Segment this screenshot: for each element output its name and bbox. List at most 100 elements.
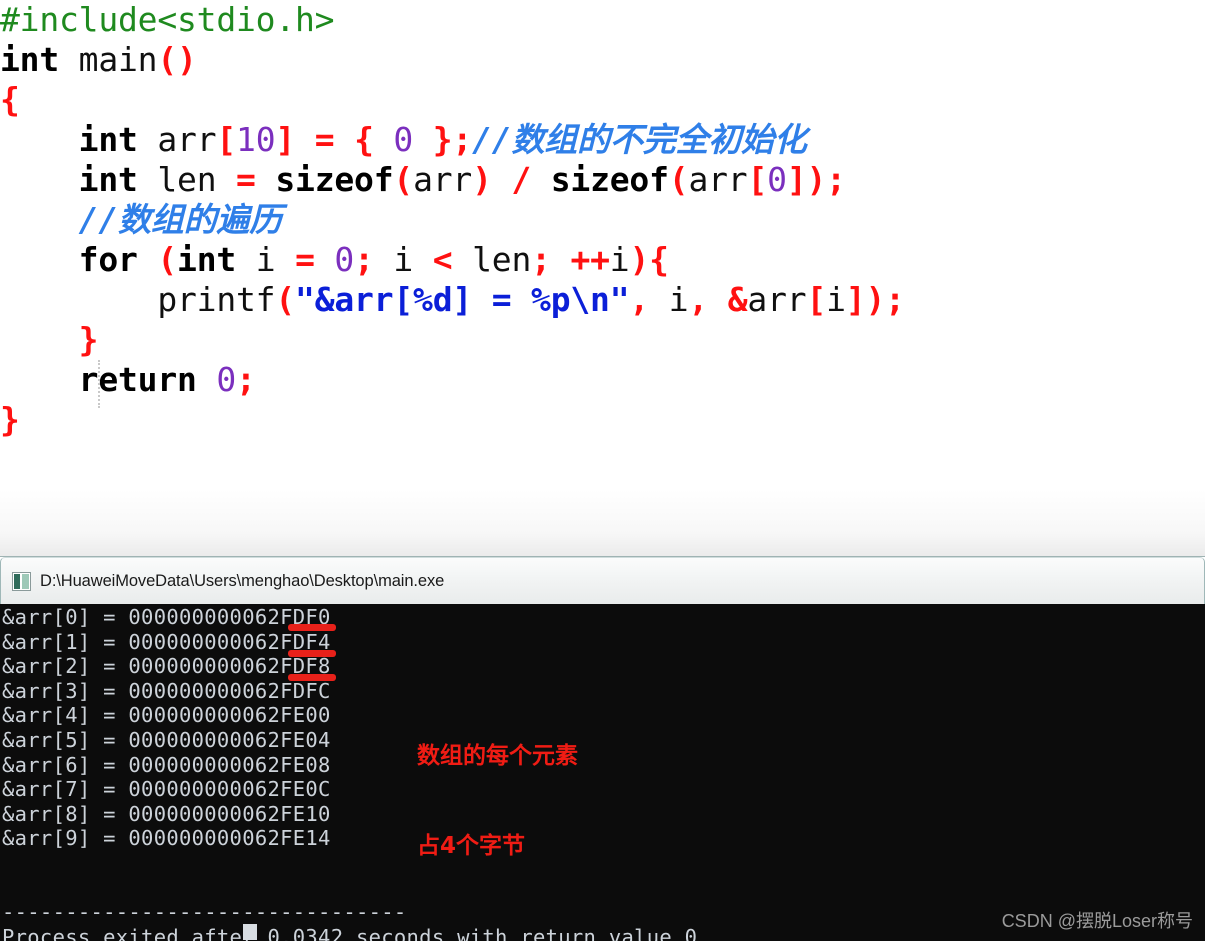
code-token: [: [216, 120, 237, 159]
annotation-line-2: 占4个字节: [417, 833, 526, 859]
code-token: 10: [236, 120, 276, 159]
code-token: [: [806, 280, 827, 319]
code-token: int: [78, 160, 138, 199]
line-for: for (int i = 0; i < len; ++i){: [0, 240, 905, 280]
code-token: int: [177, 240, 237, 279]
code-editor-pane[interactable]: #include<stdio.h> int main(){ int arr[10]…: [0, 0, 1205, 556]
code-token: (: [275, 280, 296, 319]
code-token: i: [826, 280, 846, 319]
code-token: arr: [747, 280, 807, 319]
code-token: ]);: [845, 280, 905, 319]
console-line: &arr[6] = 000000000062FE08: [2, 752, 331, 777]
code-token: ++: [570, 240, 610, 279]
code-token: ){: [629, 240, 669, 279]
indent-guide: [98, 360, 101, 408]
console-window[interactable]: D:\HuaweiMoveData\Users\menghao\Desktop\…: [0, 556, 1205, 941]
code-token: i: [373, 240, 433, 279]
annotation-text: 数组的每个元素 占4个字节: [417, 681, 578, 891]
line-main: int main(): [0, 40, 905, 80]
console-output-area[interactable]: &arr[0] = 000000000062FDF0 &arr[1] = 0000…: [0, 604, 1205, 941]
code-token: //: [78, 200, 119, 239]
console-line: &arr[3] = 000000000062FDFC: [2, 678, 331, 703]
code-token: //: [472, 120, 512, 159]
code-token: [: [747, 160, 768, 199]
code-text-area[interactable]: #include<stdio.h> int main(){ int arr[10]…: [0, 0, 905, 440]
code-token: main: [59, 40, 158, 79]
code-token: =: [295, 240, 315, 279]
code-token: 0: [393, 120, 414, 159]
console-line: &arr[2] = 000000000062FDF8: [2, 654, 331, 679]
code-token: ]);: [786, 160, 846, 199]
underline-addr-1: [288, 650, 336, 657]
console-title-text: D:\HuaweiMoveData\Users\menghao\Desktop\…: [40, 571, 445, 590]
console-line: --------------------------------: [2, 900, 407, 925]
console-line: Process exited after 0.0342 seconds with…: [2, 924, 698, 941]
line-len-decl: int len = sizeof(arr) / sizeof(arr[0]);: [0, 160, 905, 200]
code-token: ,: [629, 280, 650, 319]
code-token: int: [0, 40, 60, 79]
code-token: sizeof: [275, 160, 394, 199]
line-include: #include<stdio.h>: [0, 0, 905, 40]
console-output-text: &arr[0] = 000000000062FDF0 &arr[1] = 0000…: [2, 605, 697, 941]
code-token: };: [432, 120, 473, 159]
line-printf: printf("&arr[%d] = %p\n", i, &arr[i]);: [0, 280, 905, 320]
code-token: (): [157, 40, 197, 79]
console-line: &arr[0] = 000000000062FDF0: [2, 605, 331, 629]
code-token: printf: [157, 280, 276, 319]
code-token: len: [452, 240, 532, 279]
code-token: 0: [767, 160, 787, 199]
code-token: i: [609, 240, 630, 279]
code-token: =: [236, 160, 256, 199]
code-token: &: [727, 280, 748, 319]
code-token: 0: [216, 360, 237, 399]
code-token: return: [78, 360, 197, 399]
code-token: arr: [688, 160, 748, 199]
code-token: "&arr[%d] = %p\n": [295, 280, 630, 319]
code-token: i: [649, 280, 689, 319]
code-token: ,: [688, 280, 709, 319]
code-token: ;: [531, 240, 551, 279]
line-open-brace: {: [0, 80, 905, 120]
code-token: ;: [354, 240, 374, 279]
code-token: <: [432, 240, 453, 279]
console-line: &arr[4] = 000000000062FE00: [2, 703, 331, 728]
underline-addr-0: [288, 624, 336, 631]
console-titlebar[interactable]: D:\HuaweiMoveData\Users\menghao\Desktop\…: [0, 557, 1205, 604]
code-token: }: [0, 400, 20, 439]
code-token: #include<stdio.h>: [0, 0, 335, 39]
code-token: (: [393, 160, 414, 199]
code-token: 0: [334, 240, 355, 279]
console-line: &arr[7] = 000000000062FE0C: [2, 777, 331, 802]
line-return: return 0;: [0, 360, 905, 400]
console-line: &arr[5] = 000000000062FE04: [2, 727, 331, 752]
code-token: }: [78, 320, 99, 359]
line-comment-traverse: //数组的遍历: [0, 200, 905, 240]
code-token: {: [354, 120, 374, 159]
line-arr-decl: int arr[10] = { 0 };//数组的不完全初始化: [0, 120, 905, 160]
line-close-main: }: [0, 400, 905, 440]
code-token: arr: [413, 160, 473, 199]
annotation-line-1: 数组的每个元素: [417, 743, 578, 769]
console-line: &arr[1] = 000000000062FDF4: [2, 629, 331, 654]
code-token: (: [668, 160, 689, 199]
watermark-text: CSDN @摆脱Loser称号: [1001, 911, 1193, 931]
code-token: sizeof: [550, 160, 669, 199]
